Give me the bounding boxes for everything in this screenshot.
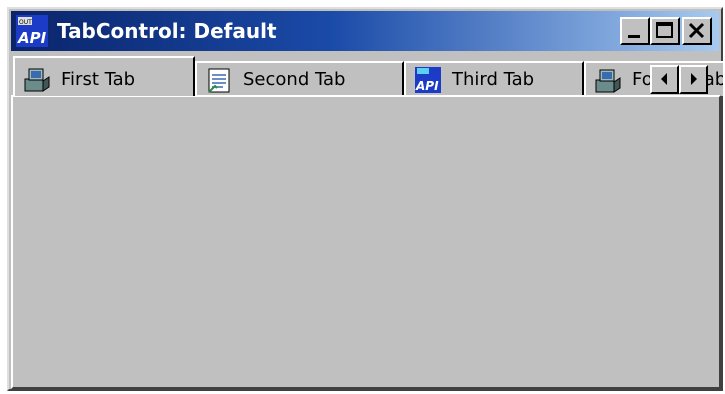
title-bar[interactable]: OUT API TabControl: Default bbox=[11, 11, 719, 51]
svg-text:API: API bbox=[17, 29, 47, 47]
api-logo-icon: OUT API bbox=[16, 15, 48, 47]
tab-second[interactable]: Second Tab bbox=[195, 61, 404, 96]
document-icon bbox=[208, 68, 230, 93]
minimize-button[interactable] bbox=[620, 17, 650, 45]
window-title: TabControl: Default bbox=[57, 19, 277, 43]
tab-scroll-left-button[interactable] bbox=[650, 65, 679, 94]
close-icon bbox=[688, 22, 705, 39]
tab-label: Second Tab bbox=[243, 69, 346, 90]
tabcontrol-window: OUT API TabControl: Default First Tab Se… bbox=[7, 7, 723, 391]
arrow-right-icon bbox=[691, 73, 697, 85]
svg-text:API: API bbox=[415, 79, 439, 93]
svg-text:OUT: OUT bbox=[19, 19, 32, 26]
api-logo-icon: API bbox=[415, 67, 441, 93]
maximize-button[interactable] bbox=[650, 17, 680, 45]
network-computer-icon bbox=[24, 68, 50, 92]
close-button[interactable] bbox=[682, 17, 712, 45]
network-computer-icon bbox=[595, 69, 621, 93]
arrow-left-icon bbox=[661, 73, 667, 85]
maximize-icon bbox=[656, 22, 673, 38]
tab-third[interactable]: API Third Tab bbox=[404, 61, 584, 96]
tab-scroll-right-button[interactable] bbox=[679, 65, 708, 94]
tab-label: Third Tab bbox=[452, 69, 535, 90]
tab-content-panel bbox=[11, 95, 721, 389]
minimize-icon bbox=[628, 35, 640, 38]
tab-strip: First Tab Second Tab API Third Tab ab bbox=[11, 56, 723, 96]
tab-first[interactable]: First Tab bbox=[13, 56, 195, 96]
tab-label: First Tab bbox=[61, 69, 136, 90]
